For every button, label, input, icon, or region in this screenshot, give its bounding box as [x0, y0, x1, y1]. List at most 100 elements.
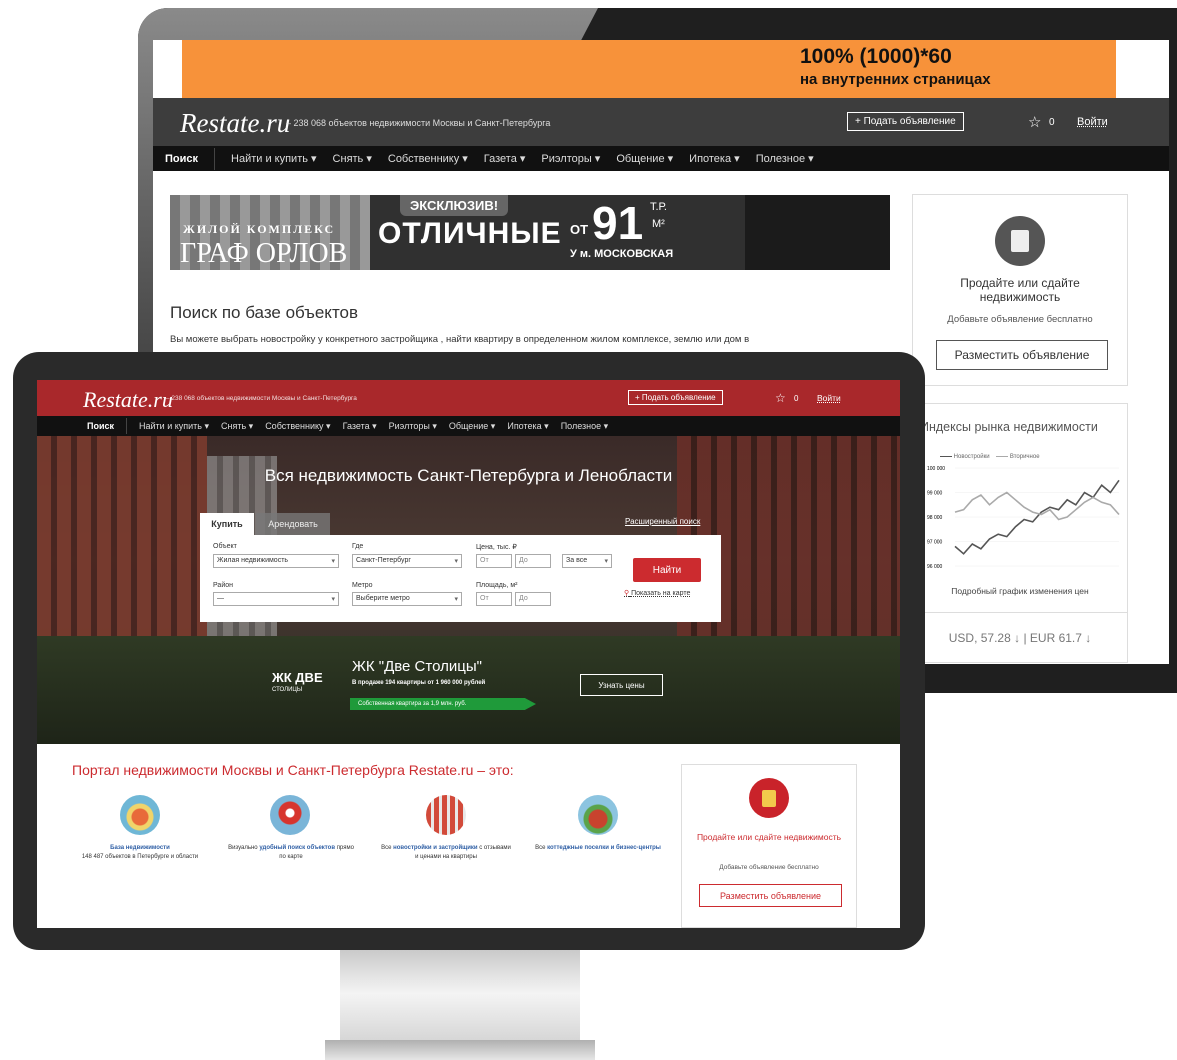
search-section-text: Вы можете выбрать новостройку у конкретн…: [170, 334, 750, 345]
nav-item-mortgage[interactable]: Ипотека ▾: [507, 421, 548, 432]
document-icon: [995, 216, 1045, 266]
price-to-input[interactable]: До: [515, 554, 551, 568]
banner-headline: ОТЛИЧНЫЕ: [378, 217, 562, 250]
banner-address: У м. МОСКОВСКАЯ: [570, 248, 674, 260]
metro-select[interactable]: ▾ Выберите метро: [352, 592, 462, 606]
site-tagline-front: – 238 068 объектов недвижимости Москвы и…: [166, 395, 357, 402]
promo-ribbon: Собственная квартира за 1,9 млн. руб.: [350, 698, 536, 710]
construction-crane-icon: [426, 795, 466, 835]
map-pin-icon: [270, 795, 310, 835]
promo-complex-logo: ЖК ДВЕ СТОЛИЦЫ: [272, 670, 323, 693]
tab-rent[interactable]: Арендовать: [256, 513, 330, 535]
document-icon: [749, 778, 789, 818]
price-period-select[interactable]: ▾ За все: [562, 554, 612, 568]
nav-divider: [214, 147, 216, 170]
object-label: Объект: [213, 543, 237, 550]
area-to-input[interactable]: До: [515, 592, 551, 606]
where-label: Где: [352, 543, 364, 550]
district-label: Район: [213, 582, 233, 589]
place-ad-button[interactable]: Разместить объявление: [936, 340, 1108, 370]
main-nav: Поиск Найти и купить ▾ Снять ▾ Собственн…: [153, 146, 1169, 171]
show-on-map-link[interactable]: ⚲ Показать на карте: [624, 589, 690, 597]
chart-legend: Новостройки Вторичное: [940, 454, 1040, 460]
ad-banner[interactable]: [182, 40, 1116, 98]
area-from-input[interactable]: От: [476, 592, 512, 606]
where-select[interactable]: ▾ Санкт-Петербург: [352, 554, 462, 568]
search-section-title: Поиск по базе объектов: [170, 303, 359, 322]
nav-item-useful[interactable]: Полезное ▾: [756, 152, 814, 165]
sell-box-subtitle: Добавьте объявление бесплатно: [947, 314, 1093, 325]
cottage-icon: [578, 795, 618, 835]
nav-item-rent[interactable]: Снять ▾: [333, 152, 372, 165]
eur-rate: EUR 61.7 ↓: [1029, 630, 1092, 645]
post-ad-button[interactable]: + Подать объявление: [847, 112, 964, 131]
site-tagline: – 238 068 объектов недвижимости Москвы и…: [286, 118, 551, 128]
legend-new-label: Новостройки: [953, 454, 990, 460]
area-label: Площадь, м²: [476, 582, 518, 589]
banner-price-unit: Т.Р. М²: [650, 201, 667, 230]
usd-rate: USD, 57.28 ↓: [948, 630, 1021, 645]
banner-exclusive-label: ЭКСКЛЮЗИВ!: [400, 195, 509, 216]
nav-item-mortgage[interactable]: Ипотека ▾: [689, 152, 740, 165]
price-from-input[interactable]: От: [476, 554, 512, 568]
star-icon[interactable]: ☆: [1028, 113, 1041, 131]
nav-item-buy[interactable]: Найти и купить ▾: [231, 152, 317, 165]
nav-item-owner[interactable]: Собственнику ▾: [388, 152, 468, 165]
place-ad-button-front[interactable]: Разместить объявление: [699, 884, 842, 907]
promo-complex-subtitle: В продаже 194 квартиры от 1 960 000 рубл…: [352, 680, 486, 686]
district-select[interactable]: ▾ —: [213, 592, 339, 606]
nav-item-community[interactable]: Общение ▾: [616, 152, 673, 165]
feature-new-buildings: Все новостройки и застройщики с отзывами…: [381, 845, 511, 860]
nav-item-buy[interactable]: Найти и купить ▾: [139, 421, 209, 432]
legend-secondary-label: Вторичное: [1009, 454, 1040, 460]
ad-line-1: 100% (1000)*60: [800, 45, 952, 68]
nav-item-search[interactable]: Поиск: [87, 421, 114, 431]
sell-box-title: Продайте или сдайте недвижимость: [960, 276, 1080, 304]
chevron-down-icon: ▾: [454, 596, 458, 603]
tab-buy[interactable]: Купить: [200, 513, 254, 535]
object-select[interactable]: ▾ Жилая недвижимость: [213, 554, 339, 568]
y-tick-label: 99 000: [927, 491, 943, 497]
login-link[interactable]: Войти: [1077, 116, 1108, 128]
nav-item-newspaper[interactable]: Газета ▾: [484, 152, 526, 165]
banner-price: 91: [592, 197, 644, 249]
y-tick-label: 96 000: [927, 564, 943, 570]
ad-line-2: на внутренних страницах: [800, 71, 991, 88]
chevron-down-icon: ▾: [331, 558, 335, 565]
sell-box-title-front: Продайте или сдайте недвижимость: [696, 832, 842, 842]
login-link-front[interactable]: Войти: [817, 393, 841, 403]
monitor-stand: [340, 946, 580, 1041]
learn-prices-button[interactable]: Узнать цены: [580, 674, 663, 696]
map-pin-icon: ⚲: [624, 590, 630, 597]
nav-item-rent[interactable]: Снять ▾: [221, 421, 253, 432]
nav-item-owner[interactable]: Собственнику ▾: [265, 421, 330, 432]
market-index-chart: 100 000 99 000 98 000 97 000 96 000: [927, 466, 1120, 570]
star-icon-front[interactable]: ☆: [775, 391, 786, 405]
nav-divider: [126, 418, 128, 434]
hero-title: Вся недвижимость Санкт-Петербурга и Лено…: [264, 466, 673, 485]
feature-database: База недвижимости 148 487 объектов в Пете…: [81, 845, 199, 860]
metro-label: Метро: [352, 582, 373, 589]
promo-complex-name: ЖК "Две Столицы": [352, 658, 482, 675]
nav-item-realtors[interactable]: Риэлторы ▾: [541, 152, 600, 165]
nav-item-newspaper[interactable]: Газета ▾: [343, 421, 377, 432]
nav-item-useful[interactable]: Полезное ▾: [561, 421, 608, 432]
nav-item-search[interactable]: Поиск: [165, 153, 198, 165]
advanced-search-link[interactable]: Расширенный поиск: [625, 517, 700, 526]
site-logo-front[interactable]: Restate.ru: [83, 387, 173, 413]
legend-secondary-swatch: [996, 455, 1009, 457]
nav-item-community[interactable]: Общение ▾: [449, 421, 496, 432]
feature-cottages: Все коттеджные поселки и бизнес-центры: [535, 845, 661, 851]
portal-title: Портал недвижимости Москвы и Санкт-Петер…: [72, 762, 514, 778]
chevron-down-icon: ▾: [604, 558, 608, 565]
house-map-icon: [120, 795, 160, 835]
chevron-down-icon: ▾: [454, 558, 458, 565]
site-logo[interactable]: Restate.ru: [180, 108, 290, 139]
price-graph-link[interactable]: Подробный график изменения цен: [920, 586, 1120, 596]
nav-item-realtors[interactable]: Риэлторы ▾: [389, 421, 437, 432]
banner-from: ОТ: [570, 222, 589, 237]
post-ad-button-front[interactable]: + Подать объявление: [628, 390, 723, 405]
sell-box-subtitle-front: Добавьте объявление бесплатно: [719, 864, 819, 871]
find-button[interactable]: Найти: [633, 558, 701, 582]
favorites-count-front: 0: [794, 394, 799, 403]
